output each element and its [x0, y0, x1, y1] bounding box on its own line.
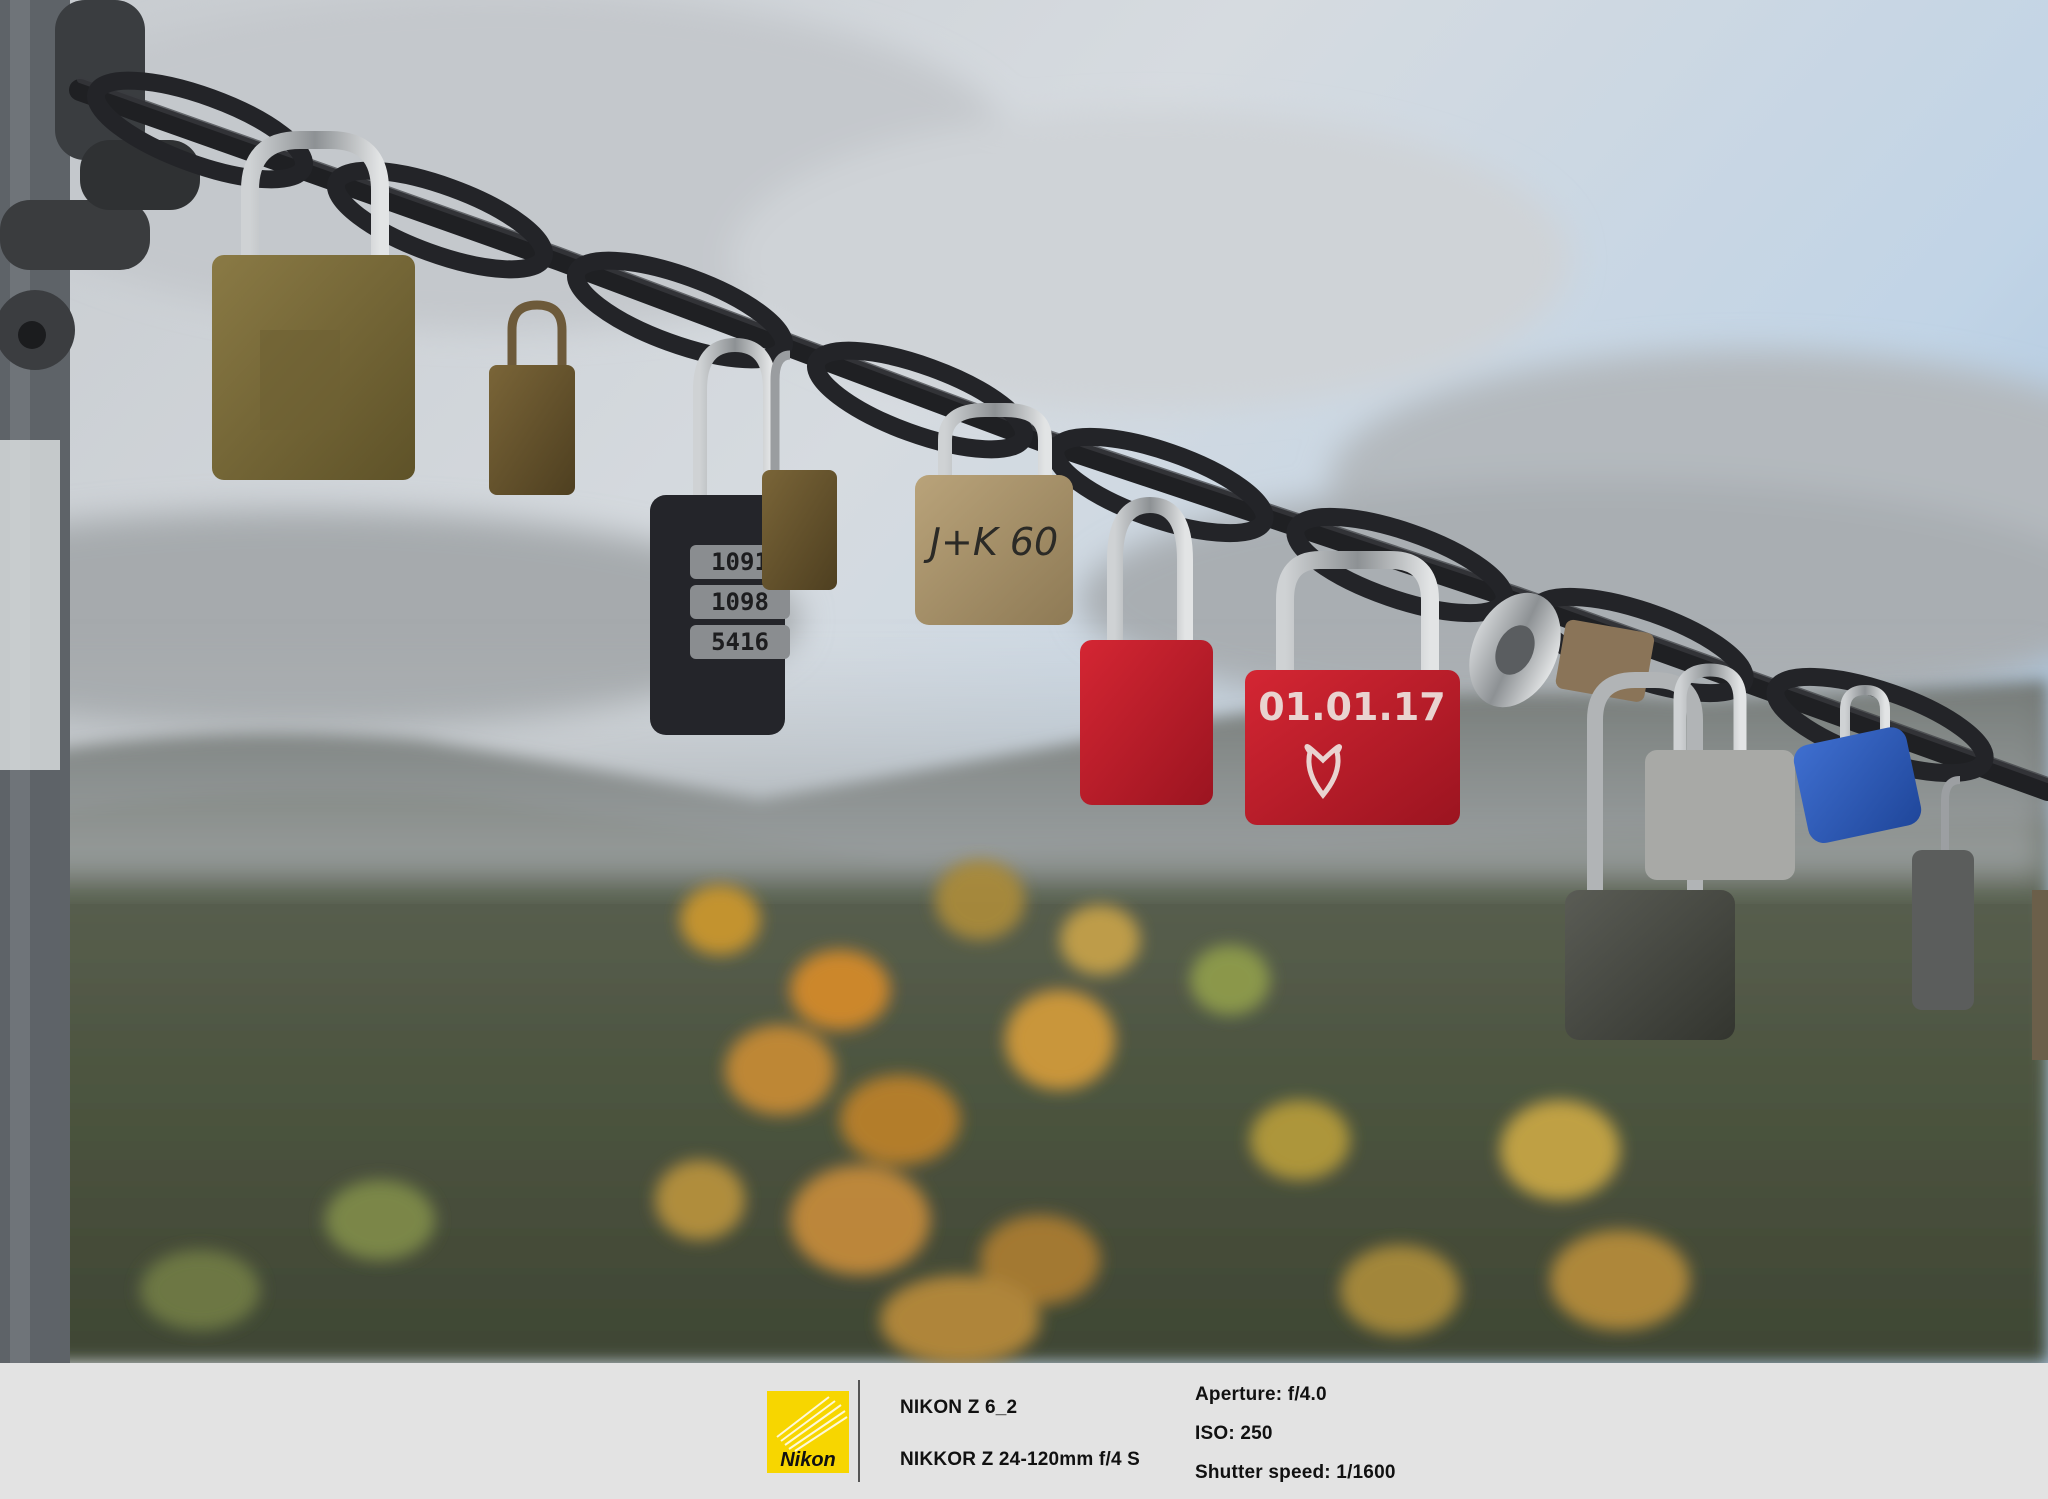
engraving-tan: J+K 60	[923, 520, 1058, 564]
padlock-edge-right	[2032, 890, 2048, 1060]
nikon-logo-wordmark: Nikon	[780, 1449, 836, 1471]
nikon-logo: Nikon	[767, 1391, 849, 1473]
engraving-red: 01.01.17	[1258, 685, 1446, 729]
combo-dial-1: 1091	[711, 548, 769, 576]
exif-info-bar: Nikon NIKON Z 6_2 NIKKOR Z 24-120mm f/4 …	[0, 1363, 2048, 1499]
iso: ISO: 250	[1195, 1423, 1273, 1444]
lens-model: NIKKOR Z 24-120mm f/4 S	[900, 1449, 1141, 1470]
shutter-speed: Shutter speed: 1/1600	[1195, 1462, 1396, 1483]
camera-model: NIKON Z 6_2	[900, 1397, 1018, 1418]
combo-dial-2: 1098	[711, 588, 769, 616]
info-divider	[858, 1380, 860, 1482]
combo-dial-3: 5416	[711, 628, 769, 656]
photo: 1091 1098 5416 J+K 60 01.01.17	[0, 0, 2048, 1363]
aperture: Aperture: f/4.0	[1195, 1384, 1327, 1405]
